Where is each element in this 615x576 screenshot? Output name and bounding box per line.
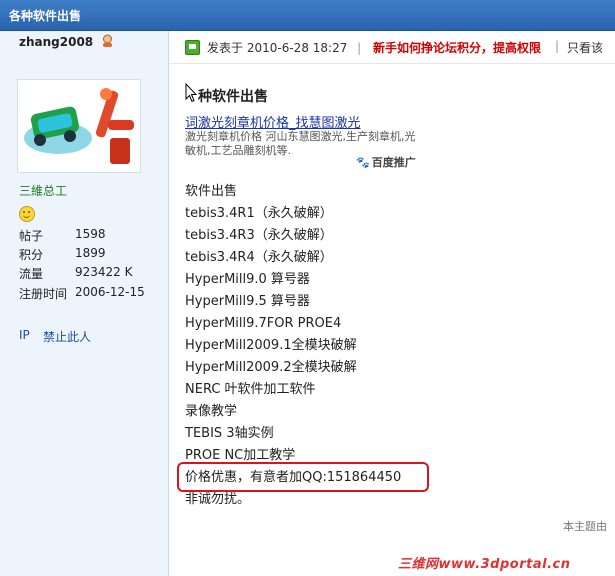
stat-label: 注册时间 [19, 287, 68, 301]
posted-label: 发表于 [207, 41, 244, 55]
stat-value: 923422 K [75, 265, 133, 279]
contact-highlight-box [177, 462, 429, 492]
thread-title: 各种软件出售 [9, 9, 82, 23]
separator: | [555, 39, 560, 53]
robot-machine-icon [18, 80, 140, 172]
content-line: NERC 叶软件加工软件 [185, 382, 316, 397]
stat-posts: 帖子 1598 [19, 227, 106, 244]
stat-points: 积分 1899 [19, 246, 106, 263]
content-line: 软件出售 [185, 184, 238, 199]
author-rank: 三維总工 [19, 184, 68, 198]
post-icon [185, 40, 200, 55]
content-line: HyperMill9.0 算号器 [185, 272, 310, 287]
content-line: HyperMill9.7FOR PROE4 [185, 316, 342, 331]
stat-traffic: 流量 923422 K [19, 265, 133, 282]
separator: | [357, 41, 362, 55]
thread-title-bar: 各种软件出售 [0, 0, 615, 31]
author-sidebar: zhang2008 三維总工 帖子 1598 积分 1899 流量 923422… [0, 31, 169, 576]
smiley-icon [19, 206, 35, 222]
ad-badge[interactable]: 🐾 百度推广 [356, 154, 416, 170]
content-line: tebis3.4R3（永久破解） [185, 228, 333, 243]
stat-value: 2006-12-15 [75, 285, 145, 299]
content-line: HyperMill2009.2全模块破解 [185, 360, 357, 375]
post-date: 发表于 2010-6-28 18:27 | [207, 39, 367, 56]
stat-label: 流量 [19, 267, 44, 281]
stat-label: 积分 [19, 248, 44, 262]
stat-label: 帖子 [19, 229, 44, 243]
paw-icon: 🐾 [356, 156, 370, 169]
stat-register-date: 注册时间 2006-12-15 [19, 285, 145, 302]
thread-footnote: 本主题由 [563, 520, 607, 533]
online-status-icon [103, 34, 112, 47]
ip-link[interactable]: IP [19, 328, 30, 342]
content-line: tebis3.4R1（永久破解） [185, 206, 333, 221]
author-avatar[interactable] [17, 79, 141, 173]
ban-user-link[interactable]: 禁止此人 [43, 328, 91, 345]
ad-title-link[interactable]: 词激光刻章机价格_找慧图激光 [185, 112, 361, 131]
ad-badge-label: 百度推广 [371, 156, 416, 169]
site-watermark: 三维网www.3dportal.cn [398, 557, 571, 572]
content-line: 录像教学 [185, 404, 238, 419]
view-author-only-link[interactable]: 只看该 [567, 39, 603, 56]
post-meta-bar: 发表于 2010-6-28 18:27 | 新手如何挣论坛积分，提高权限 | 只… [169, 31, 615, 64]
stat-value: 1899 [75, 246, 106, 260]
content-line: HyperMill2009.1全模块破解 [185, 338, 357, 353]
content-line: tebis3.4R4（永久破解） [185, 250, 333, 265]
post-subject: 种软件出售 [198, 89, 268, 105]
content-line: TEBIS 3轴实例 [185, 426, 274, 441]
content-line: HyperMill9.5 算号器 [185, 294, 310, 309]
promo-link[interactable]: 新手如何挣论坛积分，提高权限 [373, 39, 541, 56]
stat-value: 1598 [75, 227, 106, 241]
content-line: 非诚勿扰。 [185, 492, 251, 507]
posted-time: 2010-6-28 18:27 [246, 41, 348, 55]
mouse-cursor-icon [185, 83, 197, 103]
author-username[interactable]: zhang2008 [19, 35, 93, 49]
